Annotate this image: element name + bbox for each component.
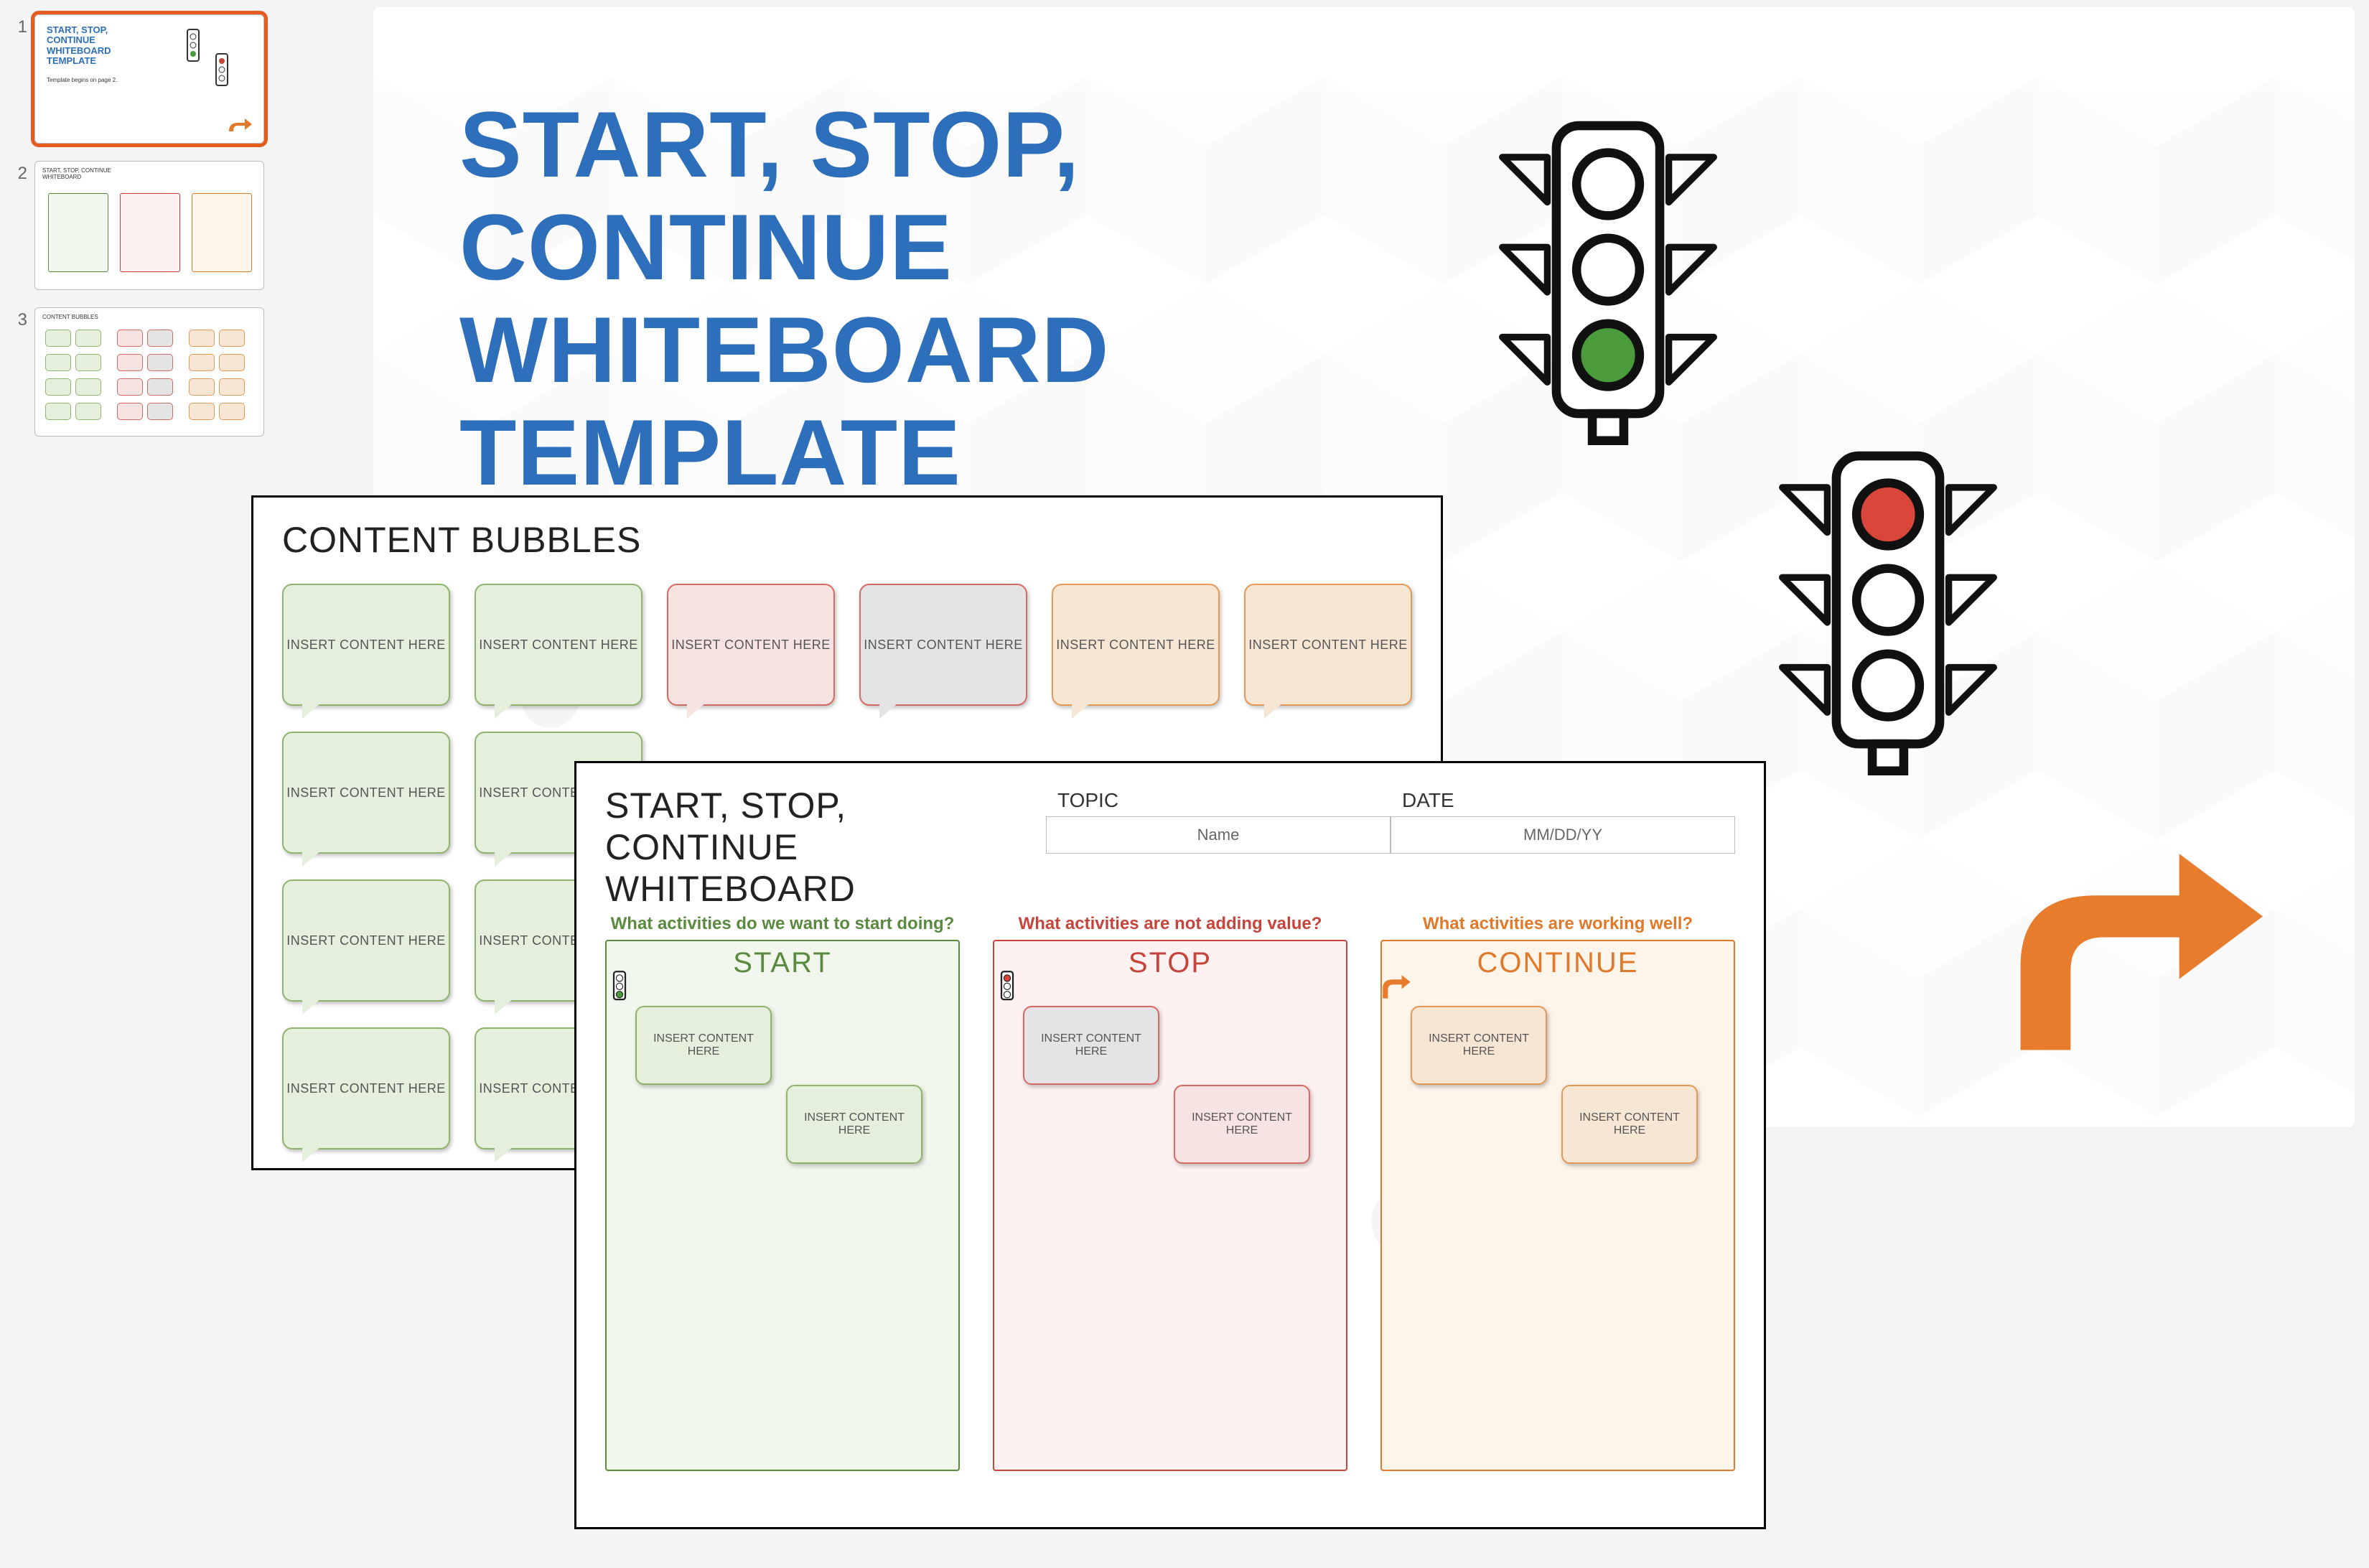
bubble-red[interactable]: INSERT CONTENT HERE — [667, 584, 835, 706]
slide-thumbnail-1[interactable]: START, STOP, CONTINUE WHITEBOARD TEMPLAT… — [34, 14, 264, 144]
whiteboard-header: TOPIC Name DATE MM/DD/YY — [1046, 785, 1735, 854]
bubble-green[interactable]: INSERT CONTENT HERE — [282, 732, 450, 854]
bubble-label: INSERT CONTENT HERE — [1248, 638, 1408, 653]
arrow-curve-right-icon — [1974, 833, 2276, 1063]
bubble-orange[interactable]: INSERT CONTENT HERE — [1411, 1006, 1547, 1085]
bubble-label: INSERT CONTENT HERE — [637, 1032, 770, 1058]
traffic-light-red-icon — [1759, 438, 2017, 775]
stop-title: STOP — [994, 941, 1346, 985]
bubble-red-alt[interactable]: INSERT CONTENT HERE — [1023, 1006, 1159, 1085]
bubble-label: INSERT CONTENT HERE — [1563, 1111, 1696, 1137]
slide-thumbnail-3[interactable]: CONTENT BUBBLES — [34, 307, 264, 437]
bubble-label: INSERT CONTENT HERE — [479, 638, 638, 653]
slide-thumbnails-panel: 1 START, STOP, CONTINUE WHITEBOARD TEMPL… — [0, 0, 280, 1568]
traffic-light-red-icon — [990, 970, 1024, 1004]
traffic-light-green-icon — [1479, 108, 1737, 445]
bubble-red-alt[interactable]: INSERT CONTENT HERE — [859, 584, 1027, 706]
stop-box[interactable]: STOP INSERT CONTENT HERE INSERT CONTENT … — [993, 940, 1347, 1471]
traffic-light-green-icon — [602, 970, 637, 1004]
hero-title: START, STOP, CONTINUE WHITEBOARD TEMPLAT… — [459, 93, 1321, 504]
slide-thumbnail-2[interactable]: START, STOP, CONTINUE WHITEBOARD — [34, 161, 264, 290]
bubble-label: INSERT CONTENT HERE — [671, 638, 831, 653]
bubble-green[interactable]: INSERT CONTENT HERE — [282, 584, 450, 706]
whiteboard-panel[interactable]: START, STOP, CONTINUE WHITEBOARD TOPIC N… — [574, 761, 1766, 1529]
thumb-row-2: 2 START, STOP, CONTINUE WHITEBOARD — [10, 161, 270, 290]
bubble-orange[interactable]: INSERT CONTENT HERE — [1244, 584, 1412, 706]
thumb-number: 1 — [10, 14, 27, 37]
bubble-label: INSERT CONTENT HERE — [286, 1081, 446, 1096]
start-column: What activities do we want to start doin… — [605, 914, 960, 1506]
bubble-green[interactable]: INSERT CONTENT HERE — [786, 1085, 922, 1164]
topic-label: TOPIC — [1046, 785, 1391, 816]
app-root: 1 START, STOP, CONTINUE WHITEBOARD TEMPL… — [0, 0, 2369, 1568]
bubble-label: INSERT CONTENT HERE — [1056, 638, 1215, 653]
arrow-curve-right-icon — [1378, 970, 1412, 1004]
continue-title: CONTINUE — [1382, 941, 1734, 985]
bubble-green[interactable]: INSERT CONTENT HERE — [282, 879, 450, 1002]
thumb-number: 3 — [10, 307, 27, 330]
date-field[interactable]: MM/DD/YY — [1391, 816, 1735, 854]
traffic-light-icon — [179, 27, 207, 67]
thumb3-title: CONTENT BUBBLES — [42, 314, 98, 320]
slide-canvas-area: START, STOP, CONTINUE WHITEBOARD TEMPLAT… — [280, 0, 2369, 1568]
bubble-label: INSERT CONTENT HERE — [864, 638, 1023, 653]
stop-question: What activities are not adding value? — [993, 914, 1347, 934]
start-box[interactable]: START INSERT CONTENT HERE INSERT CONTENT… — [605, 940, 960, 1471]
thumb1-title: START, STOP, CONTINUE WHITEBOARD TEMPLAT… — [47, 25, 154, 66]
arrow-right-icon — [225, 114, 253, 136]
start-question: What activities do we want to start doin… — [605, 914, 960, 934]
bubble-label: INSERT CONTENT HERE — [1175, 1111, 1309, 1137]
bubble-label: INSERT CONTENT HERE — [286, 933, 446, 948]
start-title: START — [607, 941, 958, 985]
whiteboard-columns: What activities do we want to start doin… — [605, 914, 1735, 1506]
bubble-red[interactable]: INSERT CONTENT HERE — [1174, 1085, 1310, 1164]
continue-box[interactable]: CONTINUE INSERT CONTENT HERE INSERT CONT… — [1380, 940, 1735, 1471]
bubble-label: INSERT CONTENT HERE — [286, 785, 446, 801]
bubble-label: INSERT CONTENT HERE — [1024, 1032, 1158, 1058]
traffic-light-icon — [207, 51, 236, 91]
bubble-label: INSERT CONTENT HERE — [286, 638, 446, 653]
bubble-orange[interactable]: INSERT CONTENT HERE — [1561, 1085, 1698, 1164]
continue-question: What activities are working well? — [1380, 914, 1735, 934]
date-label: DATE — [1391, 785, 1735, 816]
bubble-green[interactable]: INSERT CONTENT HERE — [282, 1027, 450, 1149]
stop-column: What activities are not adding value? ST… — [993, 914, 1347, 1506]
thumb-row-1: 1 START, STOP, CONTINUE WHITEBOARD TEMPL… — [10, 14, 270, 144]
thumb2-title: START, STOP, CONTINUE WHITEBOARD — [42, 167, 129, 180]
topic-field[interactable]: Name — [1046, 816, 1391, 854]
bubble-green[interactable]: INSERT CONTENT HERE — [475, 584, 643, 706]
bubble-label: INSERT CONTENT HERE — [1412, 1032, 1546, 1058]
bubble-orange[interactable]: INSERT CONTENT HERE — [1052, 584, 1220, 706]
bubbles-panel-title: CONTENT BUBBLES — [282, 519, 1412, 561]
thumb1-sub: Template begins on page 2. — [47, 77, 154, 83]
thumb-number: 2 — [10, 161, 27, 184]
bubble-green[interactable]: INSERT CONTENT HERE — [635, 1006, 772, 1085]
continue-column: What activities are working well? CONTIN… — [1380, 914, 1735, 1506]
bubble-label: INSERT CONTENT HERE — [788, 1111, 921, 1137]
thumb-row-3: 3 CONTENT BUBBLES — [10, 307, 270, 437]
whiteboard-panel-title: START, STOP, CONTINUE WHITEBOARD — [605, 785, 1036, 910]
